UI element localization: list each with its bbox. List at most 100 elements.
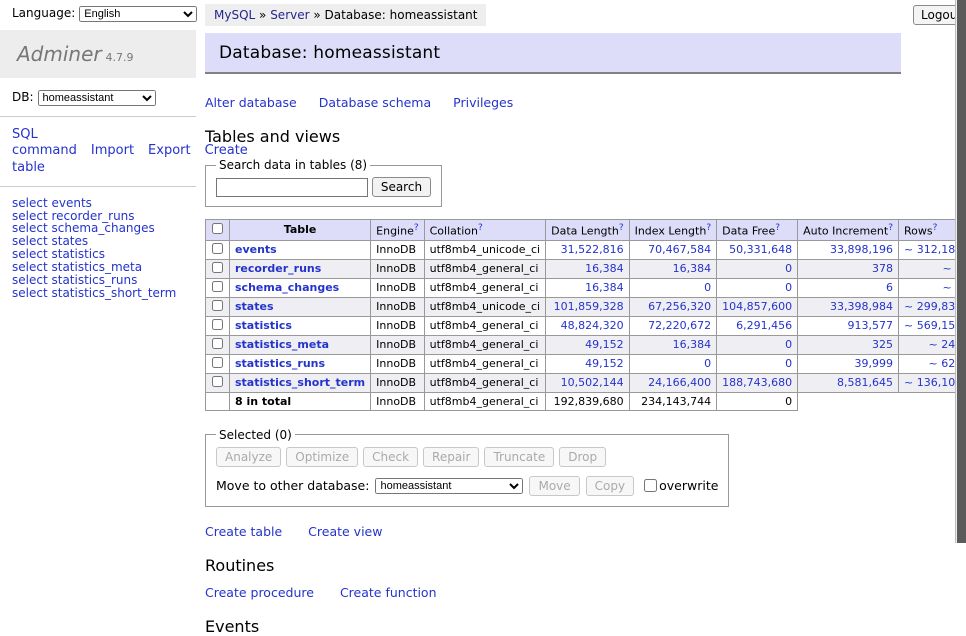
table-link-schema_changes[interactable]: schema_changes [235, 281, 339, 294]
index-length-link[interactable]: 0 [704, 357, 711, 370]
data-free-link[interactable]: 50,331,648 [729, 243, 792, 256]
db-select[interactable]: homeassistant [38, 90, 156, 106]
link-create-view[interactable]: Create view [308, 524, 382, 539]
table-link-statistics_runs[interactable]: statistics_runs [235, 357, 325, 370]
select-link[interactable]: select [12, 286, 48, 300]
data-free-link[interactable]: 188,743,680 [722, 376, 792, 389]
link-privileges[interactable]: Privileges [453, 95, 513, 110]
index-length-link[interactable]: 70,467,584 [648, 243, 711, 256]
overwrite-checkbox[interactable] [644, 479, 657, 492]
check-button[interactable]: Check [363, 447, 418, 467]
help-link[interactable]: ? [414, 223, 419, 233]
data-length-link[interactable]: 49,152 [585, 338, 624, 351]
move-db-select[interactable]: homeassistant [375, 478, 523, 494]
index-length-link[interactable]: 16,384 [673, 338, 712, 351]
move-button[interactable]: Move [529, 476, 579, 496]
auto-increment-link[interactable]: 325 [872, 338, 893, 351]
drop-button[interactable]: Drop [559, 447, 606, 467]
link-alter-database[interactable]: Alter database [205, 95, 297, 110]
link-create-table[interactable]: Create table [205, 524, 282, 539]
data-free-link[interactable]: 0 [785, 262, 792, 275]
table-row: statesInnoDButf8mb4_unicode_ci101,859,32… [206, 297, 966, 316]
table-link-events[interactable]: events [235, 243, 277, 256]
rows-link[interactable]: ~ 299,833 [904, 300, 962, 313]
help-link[interactable]: ? [888, 223, 893, 233]
table-link-states[interactable]: states [235, 300, 274, 313]
data-length-link[interactable]: 48,824,320 [561, 319, 624, 332]
column-header-engine: Engine? [371, 220, 424, 241]
index-length-link[interactable]: 0 [704, 281, 711, 294]
auto-increment-cell: 378 [798, 259, 899, 278]
sidebar-action-import[interactable]: Import [91, 143, 134, 158]
row-checkbox-schema_changes[interactable] [212, 281, 223, 292]
auto-increment-cell: 33,398,984 [798, 297, 899, 316]
breadcrumb-link-server[interactable]: Server [270, 8, 309, 22]
tables-list-table: TableEngine?Collation?Data Length?Index … [205, 219, 966, 411]
link-create-function[interactable]: Create function [340, 585, 437, 600]
search-input[interactable] [216, 178, 368, 197]
row-checkbox-statistics[interactable] [212, 319, 223, 330]
help-link[interactable]: ? [706, 223, 711, 233]
table-link-statistics[interactable]: statistics [235, 319, 292, 332]
repair-button[interactable]: Repair [423, 447, 479, 467]
data-length-link[interactable]: 16,384 [585, 281, 624, 294]
data-free-link[interactable]: 0 [785, 357, 792, 370]
scrollbar-thumb[interactable] [957, 0, 966, 543]
table-link-recorder_runs[interactable]: recorder_runs [235, 262, 321, 275]
data-free-link[interactable]: 6,291,456 [736, 319, 792, 332]
language-select[interactable]: English [79, 6, 197, 22]
row-checkbox-states[interactable] [212, 300, 223, 311]
row-checkbox-recorder_runs[interactable] [212, 262, 223, 273]
sidebar-action-sql-command[interactable]: SQL command [12, 127, 77, 158]
data-free-cell: 104,857,600 [717, 297, 798, 316]
rows-link[interactable]: ~ 136,108 [904, 376, 962, 389]
table-row: statistics_runsInnoDButf8mb4_general_ci4… [206, 354, 966, 373]
auto-increment-link[interactable]: 8,581,645 [837, 376, 893, 389]
data-length-link[interactable]: 16,384 [585, 262, 624, 275]
auto-increment-link[interactable]: 33,398,984 [830, 300, 893, 313]
data-free-link[interactable]: 0 [785, 338, 792, 351]
analyze-button[interactable]: Analyze [216, 447, 281, 467]
row-checkbox-statistics_short_term[interactable] [212, 376, 223, 387]
vertical-scrollbar[interactable] [955, 0, 966, 543]
table-link-statistics_short_term[interactable]: statistics_short_term [235, 376, 365, 389]
breadcrumb-link-mysql[interactable]: MySQL [214, 8, 255, 22]
index-length-link[interactable]: 67,256,320 [648, 300, 711, 313]
help-link[interactable]: ? [478, 223, 483, 233]
truncate-button[interactable]: Truncate [484, 447, 554, 467]
data-free-link[interactable]: 0 [785, 281, 792, 294]
link-create-procedure[interactable]: Create procedure [205, 585, 314, 600]
data-length-link[interactable]: 49,152 [585, 357, 624, 370]
rows-link[interactable]: ~ 569,159 [904, 319, 962, 332]
search-button[interactable]: Search [372, 177, 431, 197]
index-length-link[interactable]: 16,384 [673, 262, 712, 275]
auto-increment-link[interactable]: 913,577 [848, 319, 894, 332]
auto-increment-link[interactable]: 39,999 [855, 357, 894, 370]
help-link[interactable]: ? [619, 223, 624, 233]
help-link[interactable]: ? [933, 223, 938, 233]
optimize-button[interactable]: Optimize [286, 447, 358, 467]
data-length-link[interactable]: 31,522,816 [561, 243, 624, 256]
row-checkbox-statistics_meta[interactable] [212, 338, 223, 349]
data-free-link[interactable]: 104,857,600 [722, 300, 792, 313]
link-database-schema[interactable]: Database schema [319, 95, 431, 110]
select-all-checkbox[interactable] [212, 223, 223, 234]
auto-increment-cell: 39,999 [798, 354, 899, 373]
row-checkbox-events[interactable] [212, 243, 223, 254]
auto-increment-link[interactable]: 378 [872, 262, 893, 275]
sidebar-action-export[interactable]: Export [148, 143, 191, 158]
sidebar-table-links: select eventsselect recorder_runsselect … [0, 187, 196, 310]
data-length-link[interactable]: 10,502,144 [561, 376, 624, 389]
sidebar-table-statistics_short_term[interactable]: statistics_short_term [51, 286, 176, 300]
table-link-statistics_meta[interactable]: statistics_meta [235, 338, 329, 351]
copy-button[interactable]: Copy [586, 476, 634, 496]
rows-link[interactable]: ~ 312,180 [904, 243, 962, 256]
auto-increment-link[interactable]: 33,898,196 [830, 243, 893, 256]
index-length-link[interactable]: 24,166,400 [648, 376, 711, 389]
help-link[interactable]: ? [775, 223, 780, 233]
index-length-link[interactable]: 72,220,672 [648, 319, 711, 332]
auto-increment-link[interactable]: 6 [886, 281, 893, 294]
breadcrumb: MySQL » Server » Database: homeassistant [205, 4, 486, 26]
data-length-link[interactable]: 101,859,328 [554, 300, 624, 313]
row-checkbox-statistics_runs[interactable] [212, 357, 223, 368]
